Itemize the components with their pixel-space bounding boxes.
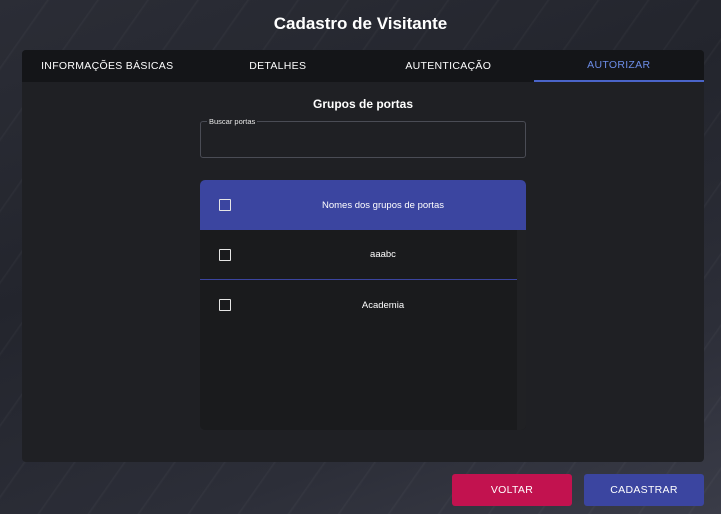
- tab-detalhes[interactable]: DETALHES: [193, 50, 364, 82]
- tab-autenticacao[interactable]: AUTENTICAÇÃO: [363, 50, 534, 82]
- table-row[interactable]: Academia: [200, 280, 517, 330]
- search-field: Buscar portas: [200, 117, 526, 158]
- page-title: Cadastro de Visitante: [273, 14, 448, 33]
- column-header-name: Nomes dos grupos de portas: [322, 199, 444, 211]
- table-scrollbar[interactable]: [517, 230, 526, 430]
- row-name: aaabc: [370, 249, 396, 260]
- back-button[interactable]: VOLTAR: [452, 474, 572, 506]
- tab-autorizar[interactable]: AUTORIZAR: [533, 50, 704, 82]
- row-name: Academia: [361, 299, 405, 311]
- table-header: Nomes dos grupos de portas: [200, 180, 526, 230]
- search-label: Buscar portas: [207, 117, 258, 126]
- table-row[interactable]: aaabc: [200, 230, 517, 280]
- row-checkbox[interactable]: [219, 299, 231, 311]
- section-title: Grupos de portas: [312, 97, 413, 111]
- search-input[interactable]: [209, 132, 517, 154]
- select-all-checkbox[interactable]: [219, 199, 231, 211]
- form-card: INFORMAÇÕES BÁSICAS DETALHES AUTENTICAÇÃ…: [22, 50, 704, 462]
- tab-bar: INFORMAÇÕES BÁSICAS DETALHES AUTENTICAÇÃ…: [22, 50, 704, 82]
- submit-button[interactable]: CADASTRAR: [584, 474, 704, 506]
- row-checkbox[interactable]: [219, 248, 231, 261]
- tab-informacoes-basicas[interactable]: INFORMAÇÕES BÁSICAS: [22, 50, 193, 82]
- door-groups-table: Nomes dos grupos de portas aaabc Academi…: [200, 180, 526, 430]
